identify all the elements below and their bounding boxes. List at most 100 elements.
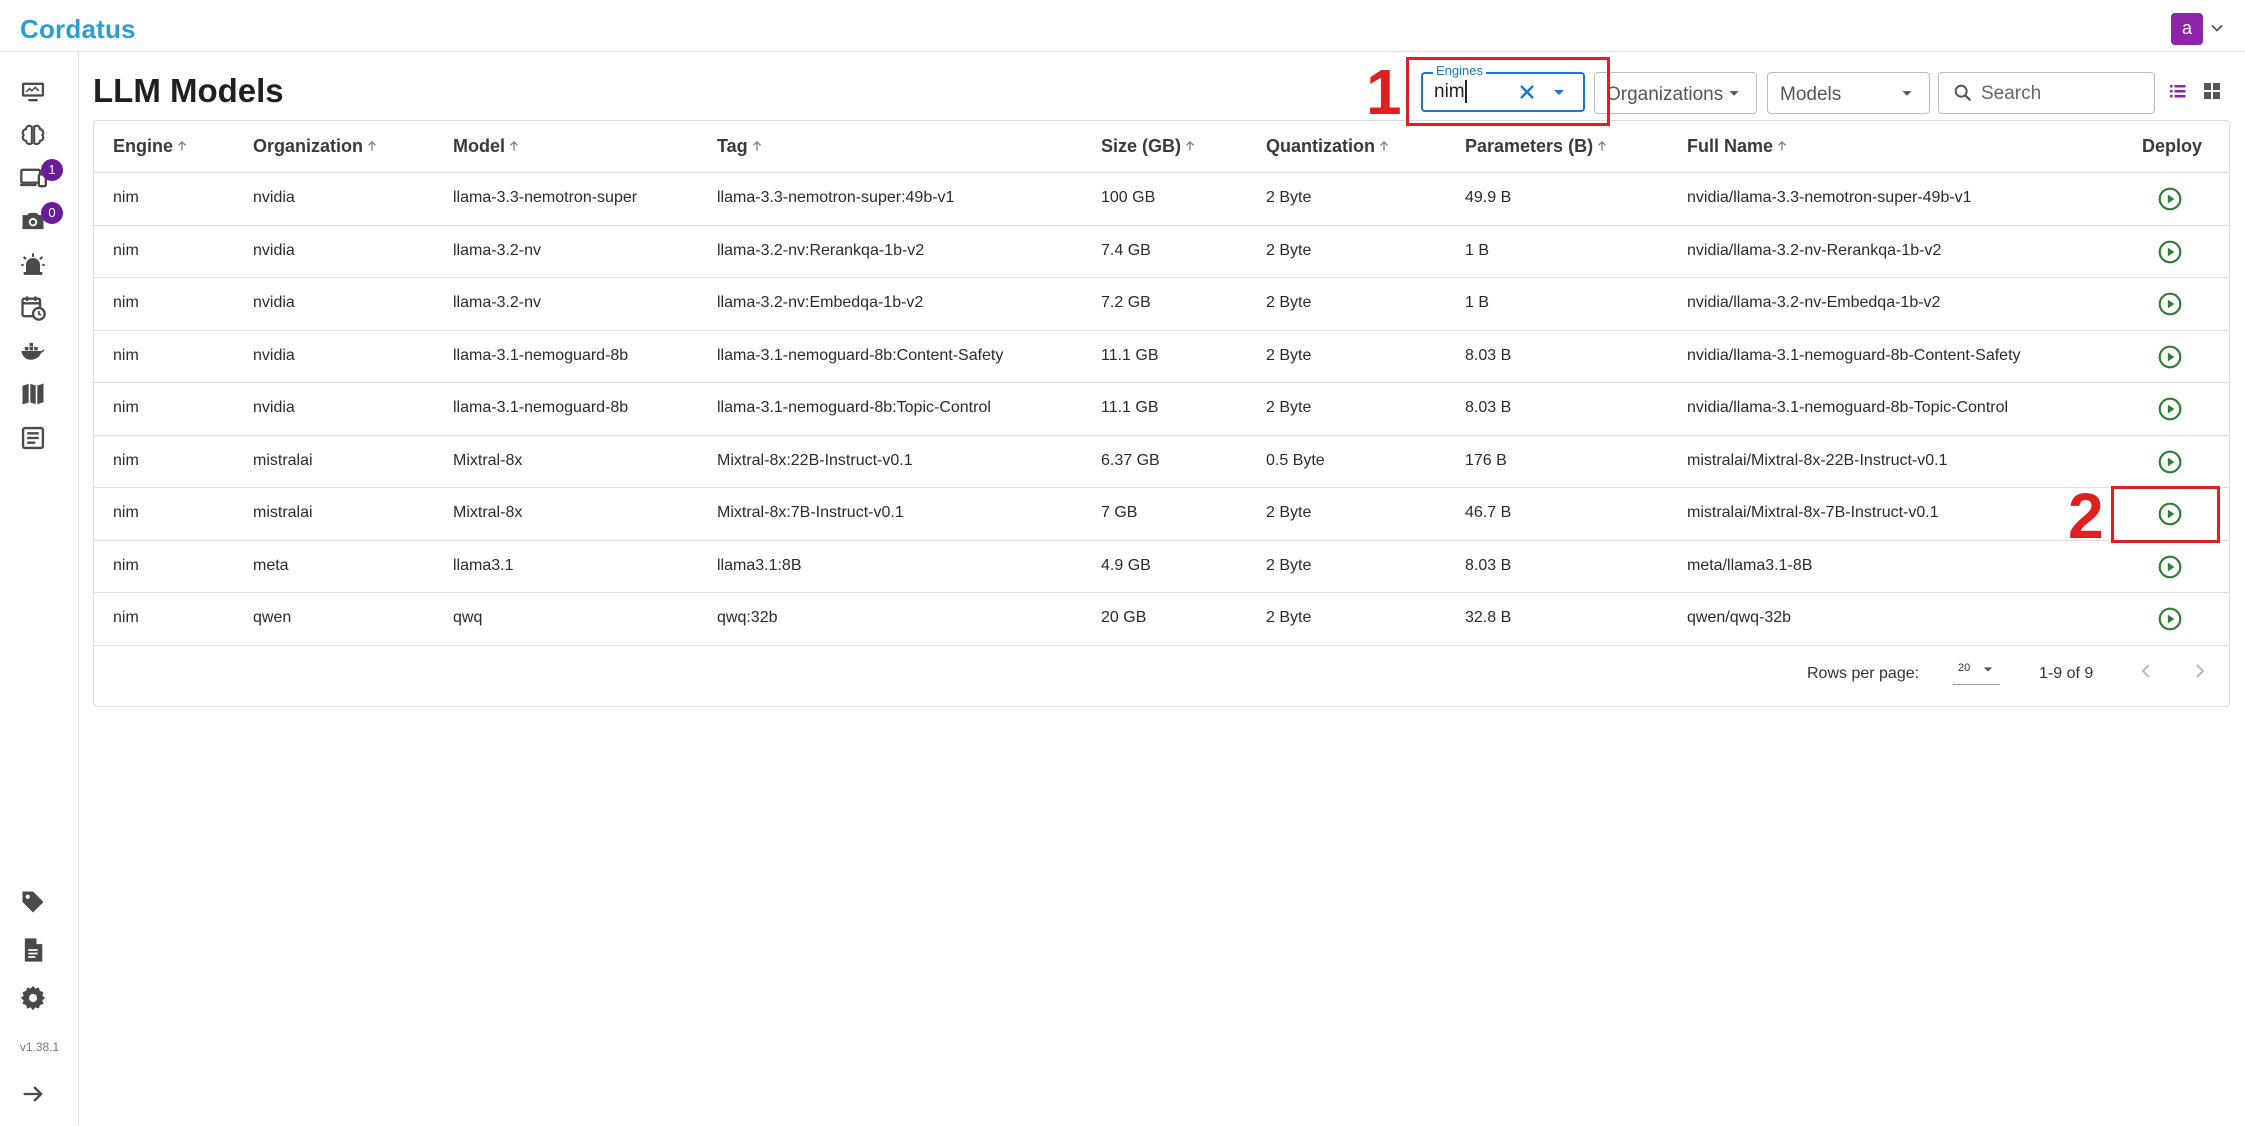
sort-arrow-icon[interactable] xyxy=(1377,139,1391,153)
table-row: nim nvidia llama-3.3-nemotron-super llama-3… xyxy=(94,173,2229,226)
cell-full-name: nvidia/llama-3.3-nemotron-super-49b-v1 xyxy=(1687,189,1972,206)
cell-organization: nvidia xyxy=(253,399,295,416)
cell-full-name: meta/llama3.1-8B xyxy=(1687,556,1813,574)
column-header-organization[interactable]: Organization xyxy=(253,136,379,157)
cell-engine: nim xyxy=(113,294,139,311)
cell-size: 7 GB xyxy=(1101,504,1138,521)
cell-size: 11.1 GB xyxy=(1101,346,1159,364)
chevron-down-icon[interactable] xyxy=(2207,18,2227,38)
cell-engine: nim xyxy=(113,189,139,206)
camera-count-badge: 0 xyxy=(41,202,63,224)
table-row: nim meta llama3.1 llama3.1:8B 4.9 GB 2 Byte 8.… xyxy=(94,541,2229,593)
sort-arrow-icon[interactable] xyxy=(750,139,764,153)
cell-organization: qwen xyxy=(253,609,292,626)
cell-parameters: 176 B xyxy=(1465,451,1507,469)
user-avatar[interactable]: a xyxy=(2171,13,2203,45)
deploy-play-icon[interactable] xyxy=(2157,396,2183,422)
cell-full-name: nvidia/llama-3.1-nemoguard-8b-Content-Sa… xyxy=(1687,346,2021,364)
table-header: Engine Organization Model Tag Size (GB) … xyxy=(94,121,2229,173)
cell-parameters: 46.7 B xyxy=(1465,504,1512,521)
list-view-icon[interactable] xyxy=(2166,79,2190,103)
column-header-size[interactable]: Size (GB) xyxy=(1101,136,1197,157)
cell-parameters: 1 B xyxy=(1465,294,1490,311)
deploy-play-icon[interactable] xyxy=(2157,186,2183,212)
cell-parameters: 8.03 B xyxy=(1465,346,1512,364)
deploy-play-icon[interactable] xyxy=(2157,344,2183,370)
table-row: nim mistralai Mixtral-8x Mixtral-8x:22B-Ins… xyxy=(94,436,2229,488)
cell-quantization: 2 Byte xyxy=(1266,609,1312,626)
cell-tag: llama-3.1-nemoguard-8b:Content-Safety xyxy=(717,346,1004,364)
cell-tag: qwq:32b xyxy=(717,609,778,626)
deploy-play-icon[interactable] xyxy=(2157,554,2183,580)
cell-size: 11.1 GB xyxy=(1101,399,1159,416)
cell-organization: mistralai xyxy=(253,451,313,469)
cell-full-name: qwen/qwq-32b xyxy=(1687,609,1792,626)
cell-quantization: 2 Byte xyxy=(1266,294,1312,311)
deploy-play-icon[interactable] xyxy=(2157,239,2183,265)
search-input[interactable] xyxy=(1981,81,2146,107)
column-header-engine[interactable]: Engine xyxy=(113,136,189,157)
deploy-play-icon[interactable] xyxy=(2157,449,2183,475)
cell-engine: nim xyxy=(113,504,139,521)
table-row: nim qwen qwq qwq:32b 20 GB 2 Byte 32.8 B qwen/q… xyxy=(94,593,2229,646)
cell-model: Mixtral-8x xyxy=(453,451,523,469)
cell-model: Mixtral-8x xyxy=(453,504,523,521)
cell-engine: nim xyxy=(113,241,139,259)
brand-logo[interactable]: Cordatus xyxy=(20,14,136,45)
cell-quantization: 2 Byte xyxy=(1266,189,1312,206)
cell-parameters: 49.9 B xyxy=(1465,189,1512,206)
cell-tag: llama-3.2-nv:Embedqa-1b-v2 xyxy=(717,294,924,311)
previous-page-icon[interactable] xyxy=(2134,659,2158,683)
cell-size: 7.2 GB xyxy=(1101,294,1151,311)
devices-count-badge: 1 xyxy=(41,159,63,181)
sort-arrow-icon[interactable] xyxy=(365,139,379,153)
monitor-icon[interactable] xyxy=(19,78,47,106)
cell-full-name: mistralai/Mixtral-8x-22B-Instruct-v0.1 xyxy=(1687,451,1948,469)
column-header-tag[interactable]: Tag xyxy=(717,136,764,157)
sort-arrow-icon[interactable] xyxy=(175,139,189,153)
cell-tag: Mixtral-8x:7B-Instruct-v0.1 xyxy=(717,504,904,521)
document-icon[interactable] xyxy=(19,936,47,964)
models-filter[interactable]: Models xyxy=(1767,72,1930,114)
column-header-quantization[interactable]: Quantization xyxy=(1266,136,1391,157)
brain-icon[interactable] xyxy=(19,121,47,149)
deploy-play-icon[interactable] xyxy=(2157,291,2183,317)
tag-icon[interactable] xyxy=(19,888,47,916)
cell-full-name: nvidia/llama-3.2-nv-Embedqa-1b-v2 xyxy=(1687,294,1941,311)
collapse-arrow-icon[interactable] xyxy=(19,1080,47,1108)
cell-engine: nim xyxy=(113,609,139,626)
column-header-full-name[interactable]: Full Name xyxy=(1687,136,1789,157)
sort-arrow-icon[interactable] xyxy=(1595,139,1609,153)
table-row: nim nvidia llama-3.1-nemoguard-8b llama-3.1… xyxy=(94,331,2229,383)
search-field[interactable] xyxy=(1938,72,2155,114)
column-header-model[interactable]: Model xyxy=(453,136,521,157)
deploy-play-icon[interactable] xyxy=(2157,606,2183,632)
cell-quantization: 2 Byte xyxy=(1266,241,1312,259)
schedule-icon[interactable] xyxy=(19,294,47,322)
map-icon[interactable] xyxy=(19,380,47,408)
alarm-icon[interactable] xyxy=(19,251,47,279)
pagination-range: 1-9 of 9 xyxy=(2039,665,2094,682)
rows-per-page-select[interactable]: 20 xyxy=(1953,657,2000,685)
dropdown-arrow-icon xyxy=(1723,82,1745,104)
cell-tag: llama3.1:8B xyxy=(717,556,802,574)
docker-icon[interactable] xyxy=(19,337,47,365)
cell-tag: llama-3.1-nemoguard-8b:Topic-Control xyxy=(717,399,991,416)
sort-arrow-icon[interactable] xyxy=(1775,139,1789,153)
cell-tag: llama-3.3-nemotron-super:49b-v1 xyxy=(717,189,955,206)
next-page-icon[interactable] xyxy=(2188,659,2212,683)
settings-icon[interactable] xyxy=(19,984,47,1012)
cell-size: 100 GB xyxy=(1101,189,1156,206)
grid-view-icon[interactable] xyxy=(2200,79,2224,103)
cell-quantization: 2 Byte xyxy=(1266,399,1312,416)
cell-engine: nim xyxy=(113,451,139,469)
organizations-filter[interactable]: Organizations xyxy=(1594,72,1757,114)
sort-arrow-icon[interactable] xyxy=(507,139,521,153)
article-icon[interactable] xyxy=(19,424,47,452)
cell-parameters: 32.8 B xyxy=(1465,609,1512,626)
column-header-parameters[interactable]: Parameters (B) xyxy=(1465,136,1609,157)
cell-model: llama-3.1-nemoguard-8b xyxy=(453,346,629,364)
table-row: nim nvidia llama-3.2-nv llama-3.2-nv:Rerank… xyxy=(94,226,2229,278)
sort-arrow-icon[interactable] xyxy=(1183,139,1197,153)
cell-full-name: nvidia/llama-3.2-nv-Rerankqa-1b-v2 xyxy=(1687,241,1942,259)
